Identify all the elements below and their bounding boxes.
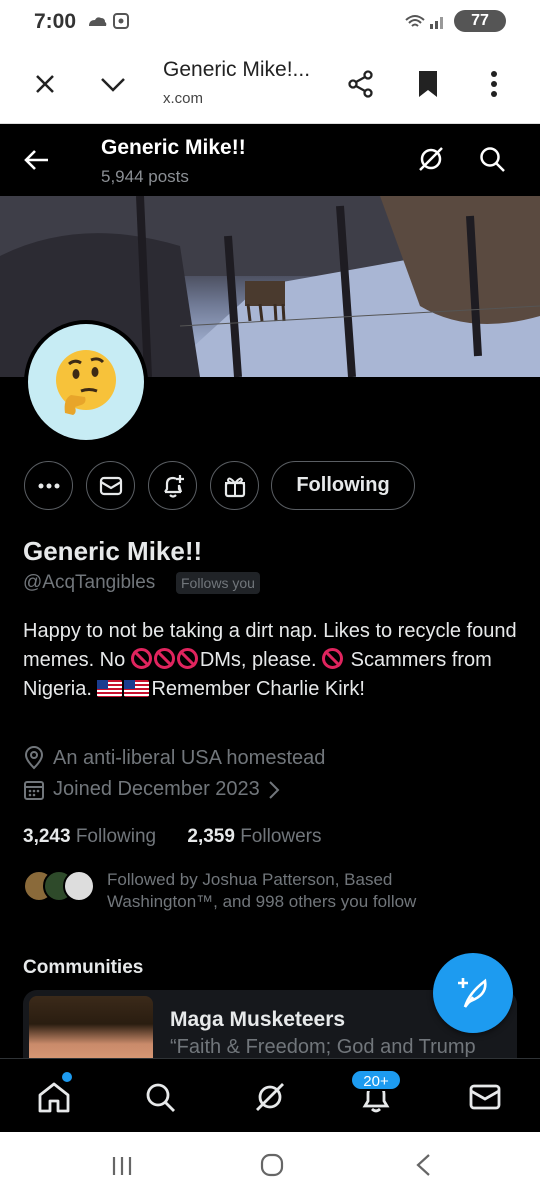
notification-icons — [86, 12, 132, 35]
search-icon[interactable] — [140, 1077, 180, 1117]
system-navigation-bar — [0, 1132, 540, 1200]
browser-url: x.com — [163, 90, 204, 107]
notifications-badge: 20+ — [350, 1069, 402, 1091]
follow-stats: 3,243 Following 2,359 Followers — [23, 826, 322, 848]
location-text: An anti-liberal USA homestead — [53, 746, 326, 769]
mail-icon — [99, 476, 122, 495]
followers-link[interactable]: 2,359 Followers — [187, 826, 321, 847]
avatar — [63, 870, 95, 902]
header-profile-name: Generic Mike!! — [101, 136, 246, 159]
profile-header-bar: Generic Mike!! 5,944 posts — [0, 124, 540, 196]
calendar-icon — [24, 780, 44, 800]
communities-heading: Communities — [23, 957, 144, 978]
joined-text: Joined December 2023 — [53, 778, 260, 800]
profile-bio: Happy to not be taking a dirt nap. Likes… — [23, 617, 523, 704]
home-icon[interactable] — [34, 1077, 74, 1117]
no-entry-emoji — [322, 648, 344, 669]
bookmark-icon[interactable] — [410, 66, 446, 102]
followers-label: Followers — [240, 826, 322, 847]
no-entry-emoji — [176, 648, 198, 669]
more-vert-icon[interactable] — [476, 66, 512, 102]
status-time: 7:00 — [34, 10, 77, 33]
compose-post-button[interactable] — [433, 953, 513, 1033]
gift-icon — [224, 477, 245, 497]
status-bar: 7:00 77 — [0, 0, 540, 44]
followed-by-text[interactable]: Followed by Joshua Patterson, Based Wash… — [107, 869, 487, 913]
thinking-face-avatar-image — [28, 324, 144, 440]
following-count: 3,243 — [23, 826, 71, 847]
no-entry-emoji — [153, 648, 175, 669]
mutual-followers-avatars[interactable] — [23, 870, 95, 902]
grok-icon[interactable] — [250, 1077, 290, 1117]
community-description: “Faith & Freedom; God and Trump — [170, 1036, 476, 1058]
browser-tab-title: Generic Mike!... — [163, 58, 311, 81]
close-icon[interactable] — [27, 66, 63, 102]
bottom-navigation — [0, 1058, 540, 1132]
home-system-icon[interactable] — [259, 1152, 285, 1183]
us-flag-emoji — [97, 680, 123, 697]
header-post-count: 5,944 posts — [101, 167, 189, 186]
profile-joined[interactable]: Joined December 2023 — [23, 778, 280, 801]
profile-avatar[interactable] — [24, 320, 148, 444]
battery-level: 77 — [471, 12, 489, 29]
back-arrow-icon[interactable] — [22, 146, 50, 179]
profile-location: An anti-liberal USA homestead — [23, 746, 325, 770]
location-pin-icon — [24, 746, 44, 770]
home-unread-dot — [62, 1072, 72, 1082]
follows-you-badge: Follows you — [176, 572, 260, 594]
message-button[interactable] — [86, 461, 135, 510]
more-horiz-icon — [38, 483, 59, 488]
profile-handle: @AcqTangibles — [23, 572, 156, 593]
bell-plus-icon — [163, 474, 184, 498]
community-name: Maga Musketeers — [170, 1008, 346, 1031]
search-icon[interactable] — [478, 145, 506, 178]
gift-button[interactable] — [210, 461, 259, 510]
profile-name: Generic Mike!! — [23, 536, 203, 566]
us-flag-emoji — [124, 680, 150, 697]
recent-apps-icon[interactable] — [110, 1154, 134, 1183]
bio-text-2: DMs, please. — [199, 649, 323, 671]
no-entry-emoji — [130, 648, 152, 669]
bio-text-4: Remember Charlie Kirk! — [151, 678, 365, 700]
browser-bar: Generic Mike!... x.com — [0, 44, 540, 124]
more-options-button[interactable] — [24, 461, 73, 510]
signal-icon — [404, 12, 448, 34]
grok-icon[interactable] — [416, 144, 446, 179]
following-link[interactable]: 3,243 Following — [23, 826, 156, 847]
notifications-button[interactable] — [148, 461, 197, 510]
following-button[interactable]: Following — [271, 461, 415, 510]
community-thumbnail — [29, 996, 153, 1058]
following-label: Following — [75, 826, 157, 847]
back-system-icon[interactable] — [413, 1152, 433, 1183]
battery-indicator: 77 — [454, 10, 506, 32]
chevron-down-icon[interactable] — [95, 66, 131, 102]
chevron-right-icon — [269, 780, 280, 799]
share-icon[interactable] — [343, 66, 379, 102]
followers-count: 2,359 — [187, 826, 235, 847]
mail-icon[interactable] — [465, 1077, 505, 1117]
feather-plus-icon — [458, 978, 487, 1008]
